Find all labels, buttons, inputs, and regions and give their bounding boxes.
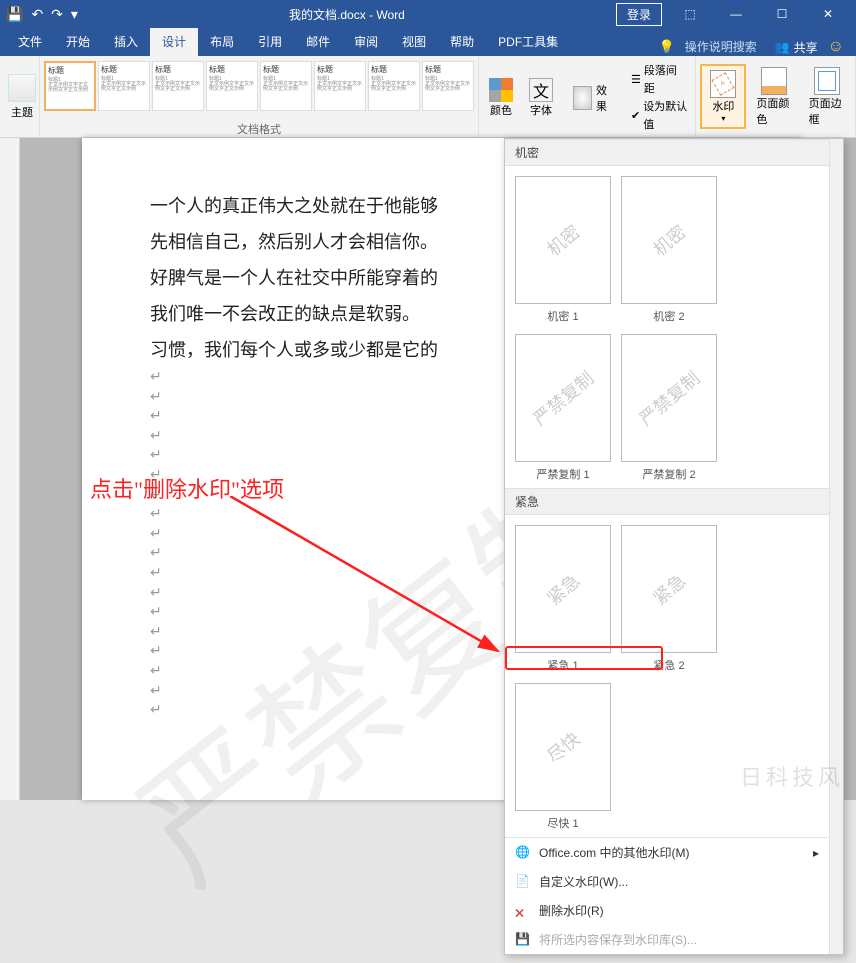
watermark-menu: 🌐Office.com 中的其他水印(M)▸ 📄自定义水印(W)... 🗙删除水… — [505, 837, 829, 954]
quick-access-toolbar: 💾 ↶ ↷ ▾ — [6, 6, 78, 23]
office-watermarks-menuitem[interactable]: 🌐Office.com 中的其他水印(M)▸ — [505, 838, 829, 867]
annotation-text: 点击"删除水印"选项 — [90, 472, 284, 504]
gallery-thumb[interactable]: 标题标题1正文示例文字正文示例文字正文示例 — [98, 61, 150, 111]
watermark-button[interactable]: A 水印 ▾ — [700, 64, 746, 129]
ribbon: 主题 标题标题1正文示例文字正文示例文字正文示例标题标题1正文示例文字正文示例文… — [0, 56, 856, 138]
share-button[interactable]: 👥 共享 — [775, 39, 818, 56]
gallery-thumb[interactable]: 标题标题1正文示例文字正文示例文字正文示例 — [206, 61, 258, 111]
gallery-thumb[interactable]: 标题标题1正文示例文字正文示例文字正文示例 — [260, 61, 312, 111]
gallery-thumb[interactable]: 标题标题1正文示例文字正文示例文字正文示例 — [152, 61, 204, 111]
minimize-button[interactable]: — — [714, 0, 758, 28]
login-button[interactable]: 登录 — [616, 3, 662, 26]
set-default-button[interactable]: ✔ 设为默认值 — [631, 98, 687, 134]
search-input[interactable] — [685, 40, 765, 54]
save-watermark-menuitem: 💾将所选内容保存到水印库(S)... — [505, 925, 829, 954]
qat-dropdown-icon[interactable]: ▾ — [71, 6, 78, 23]
section-urgent-label: 紧急 — [505, 488, 829, 515]
share-icon: 👥 — [775, 40, 790, 54]
window-title: 我的文档.docx - Word — [78, 6, 616, 23]
maximize-button[interactable]: ☐ — [760, 0, 804, 28]
watermark-preset[interactable]: 紧急紧急 2 — [621, 525, 717, 673]
custom-watermark-menuitem[interactable]: 📄自定义水印(W)... — [505, 867, 829, 896]
tab-插入[interactable]: 插入 — [102, 28, 150, 56]
tab-布局[interactable]: 布局 — [198, 28, 246, 56]
page-border-button[interactable]: 页面边框 — [803, 63, 851, 131]
colors-icon — [489, 78, 513, 102]
tab-审阅[interactable]: 审阅 — [342, 28, 390, 56]
gallery-group-label: 文档格式 — [40, 121, 478, 137]
fonts-icon: 文 — [529, 78, 553, 102]
gallery-thumb[interactable]: 标题标题1正文示例文字正文示例文字正文示例 — [314, 61, 366, 111]
tab-文件[interactable]: 文件 — [6, 28, 54, 56]
watermark-dropdown-panel: 机密 机密机密 1机密机密 2严禁复制严禁复制 1严禁复制严禁复制 2 紧急 紧… — [504, 138, 844, 955]
watermark-preset[interactable]: 机密机密 1 — [515, 176, 611, 324]
watermark-preset[interactable]: 严禁复制严禁复制 1 — [515, 334, 611, 482]
page-color-button[interactable]: 页面颜色 — [750, 63, 798, 131]
document-area: 严禁复制 一个人的真正伟大之处就在于他能够先相信自己，然后别人才会相信你。好脾气… — [0, 138, 856, 800]
ribbon-options-icon[interactable]: ⬚ — [668, 0, 712, 28]
panel-scrollbar[interactable] — [829, 139, 843, 954]
watermark-icon: A — [710, 70, 736, 98]
paragraph-spacing-button[interactable]: ☰ 段落间距 — [631, 62, 687, 98]
tab-引用[interactable]: 引用 — [246, 28, 294, 56]
titlebar: 💾 ↶ ↷ ▾ 我的文档.docx - Word 登录 ⬚ — ☐ ✕ — [0, 0, 856, 28]
tab-设计[interactable]: 设计 — [150, 28, 198, 56]
gallery-thumb[interactable]: 标题标题1正文示例文字正文示例文字正文示例 — [368, 61, 420, 111]
gallery-thumb[interactable]: 标题标题1正文示例文字正文示例文字正文示例 — [44, 61, 96, 111]
tab-视图[interactable]: 视图 — [390, 28, 438, 56]
gallery-thumb[interactable]: 标题标题1正文示例文字正文示例文字正文示例 — [422, 61, 474, 111]
page-color-icon — [761, 67, 787, 95]
watermark-preset[interactable]: 尽快尽快 1 — [515, 683, 611, 831]
section-confidential-label: 机密 — [505, 139, 829, 166]
tab-邮件[interactable]: 邮件 — [294, 28, 342, 56]
corner-watermark: 日科技风 — [740, 760, 844, 792]
effects-button[interactable]: 效果 — [567, 80, 619, 116]
theme-icon — [8, 74, 36, 102]
colors-button[interactable]: 颜色 — [483, 76, 519, 120]
tab-PDF工具集[interactable]: PDF工具集 — [486, 28, 570, 56]
themes-button[interactable]: 主题 — [4, 72, 40, 122]
close-button[interactable]: ✕ — [806, 0, 850, 28]
effects-icon — [573, 86, 592, 110]
page-border-icon — [814, 67, 840, 95]
ribbon-tabs: 文件开始插入设计布局引用邮件审阅视图帮助PDF工具集 💡 👥 共享 ☺ — [0, 28, 856, 56]
lightbulb-icon: 💡 — [659, 39, 675, 55]
feedback-smiley-icon[interactable]: ☺ — [828, 38, 844, 56]
tab-帮助[interactable]: 帮助 — [438, 28, 486, 56]
undo-icon[interactable]: ↶ — [31, 6, 43, 23]
watermark-preset[interactable]: 严禁复制严禁复制 2 — [621, 334, 717, 482]
watermark-preset[interactable]: 紧急紧急 1 — [515, 525, 611, 673]
redo-icon[interactable]: ↷ — [51, 6, 63, 23]
fonts-button[interactable]: 文 字体 — [523, 76, 559, 120]
vertical-ruler — [0, 138, 20, 800]
page-settings: ☰ 段落间距 ✔ 设为默认值 — [627, 60, 691, 136]
watermark-preset[interactable]: 机密机密 2 — [621, 176, 717, 324]
style-gallery[interactable]: 标题标题1正文示例文字正文示例文字正文示例标题标题1正文示例文字正文示例文字正文… — [44, 61, 474, 117]
remove-watermark-menuitem[interactable]: 🗙删除水印(R) — [505, 896, 829, 925]
window-controls: 登录 ⬚ — ☐ ✕ — [616, 0, 850, 28]
tab-开始[interactable]: 开始 — [54, 28, 102, 56]
save-icon[interactable]: 💾 — [6, 6, 23, 23]
tell-me-search[interactable] — [685, 40, 765, 54]
